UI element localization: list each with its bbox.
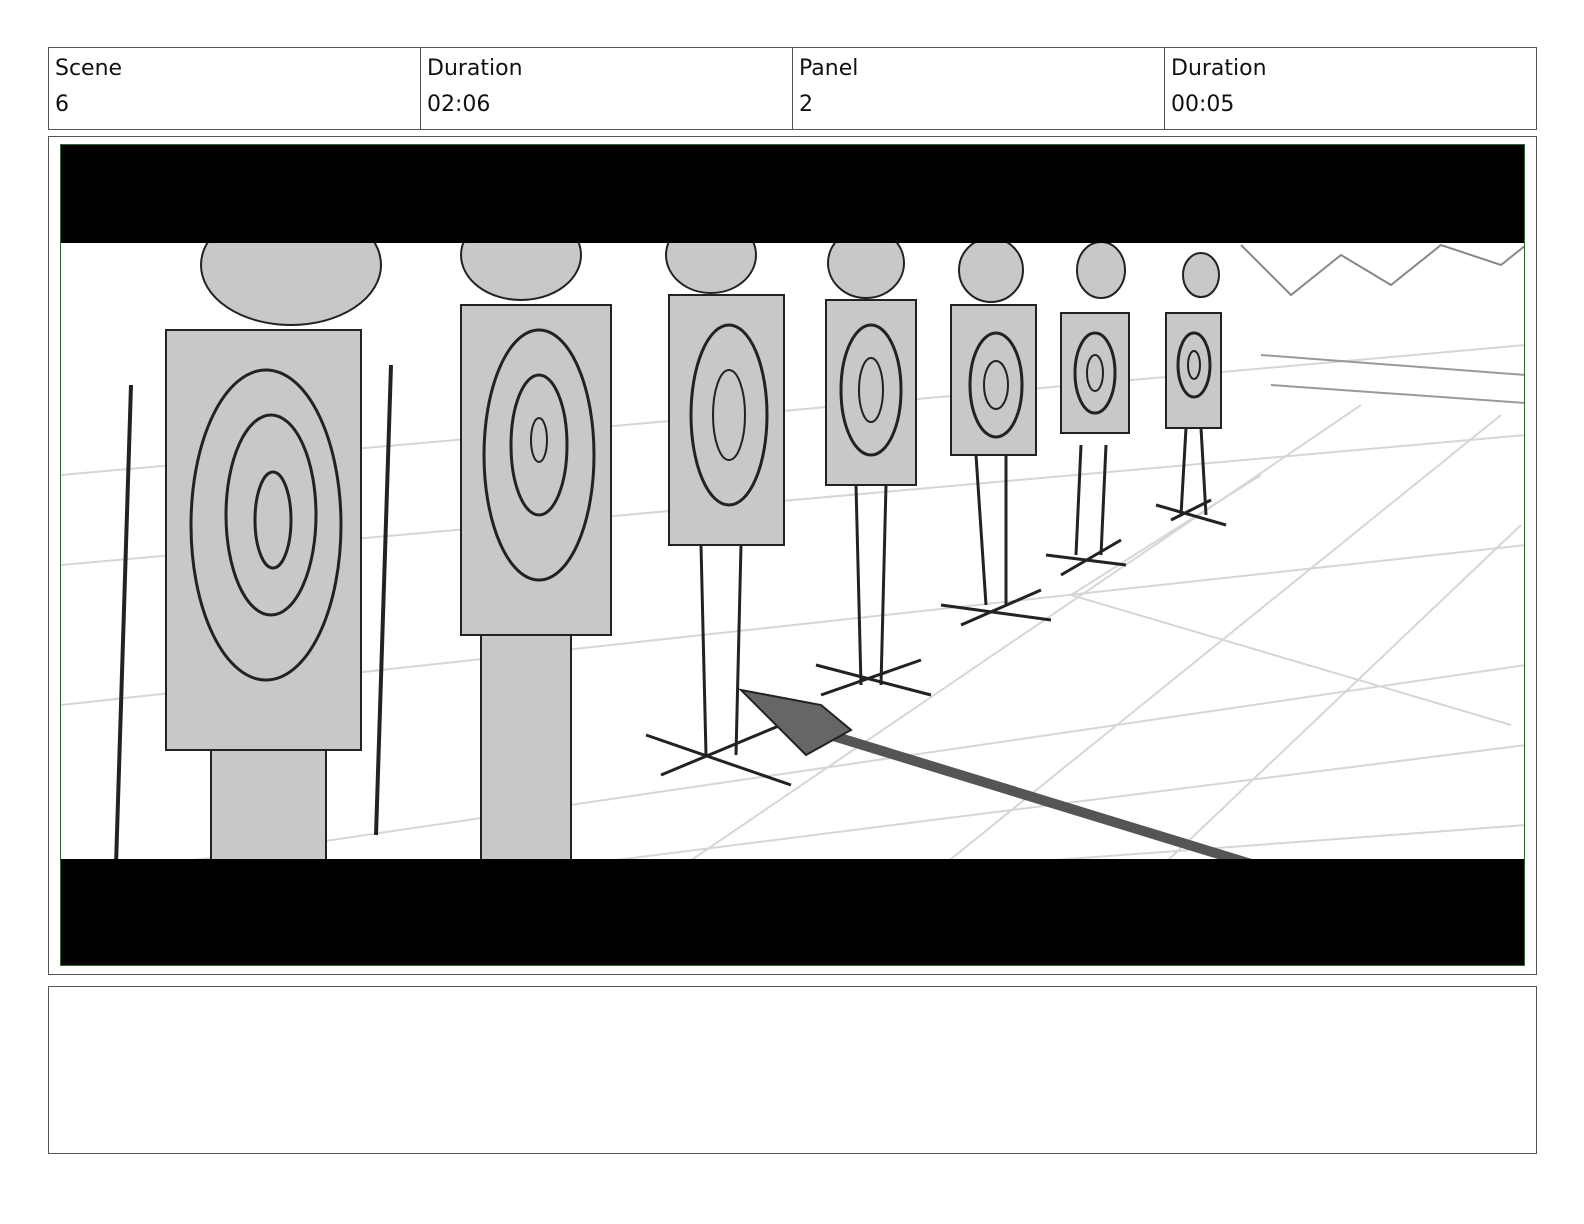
panel-duration-cell: Duration 00:05: [1165, 48, 1536, 129]
scene-cell: Scene 6: [49, 48, 421, 129]
panel-duration-value: 00:05: [1171, 92, 1235, 117]
target-figure: [940, 237, 1052, 627]
panel-duration-label: Duration: [1171, 56, 1267, 81]
storyboard-sketch: [60, 144, 1525, 966]
panel-value: 2: [799, 92, 813, 117]
sketch-drawing: [61, 145, 1524, 965]
spear: [738, 688, 1263, 872]
panel-header: Scene 6 Duration 02:06 Panel 2 Duration …: [48, 47, 1537, 130]
hills: [1240, 243, 1524, 297]
panel-label: Panel: [799, 56, 859, 81]
target-figure: [114, 204, 393, 871]
panel-notes[interactable]: [48, 986, 1537, 1154]
target-figure: [815, 227, 932, 697]
letterbox-top: [61, 145, 1524, 243]
panel-frame: [48, 136, 1537, 975]
target-figure: [1155, 252, 1227, 527]
target-figure: [460, 209, 612, 871]
panel-cell: Panel 2: [793, 48, 1165, 129]
scene-duration-label: Duration: [427, 56, 523, 81]
scene-duration-cell: Duration 02:06: [421, 48, 793, 129]
scene-duration-value: 02:06: [427, 92, 491, 117]
scene-label: Scene: [55, 56, 123, 81]
scene-value: 6: [55, 92, 69, 117]
target-figure: [1045, 241, 1130, 577]
letterbox-bottom: [61, 859, 1524, 965]
